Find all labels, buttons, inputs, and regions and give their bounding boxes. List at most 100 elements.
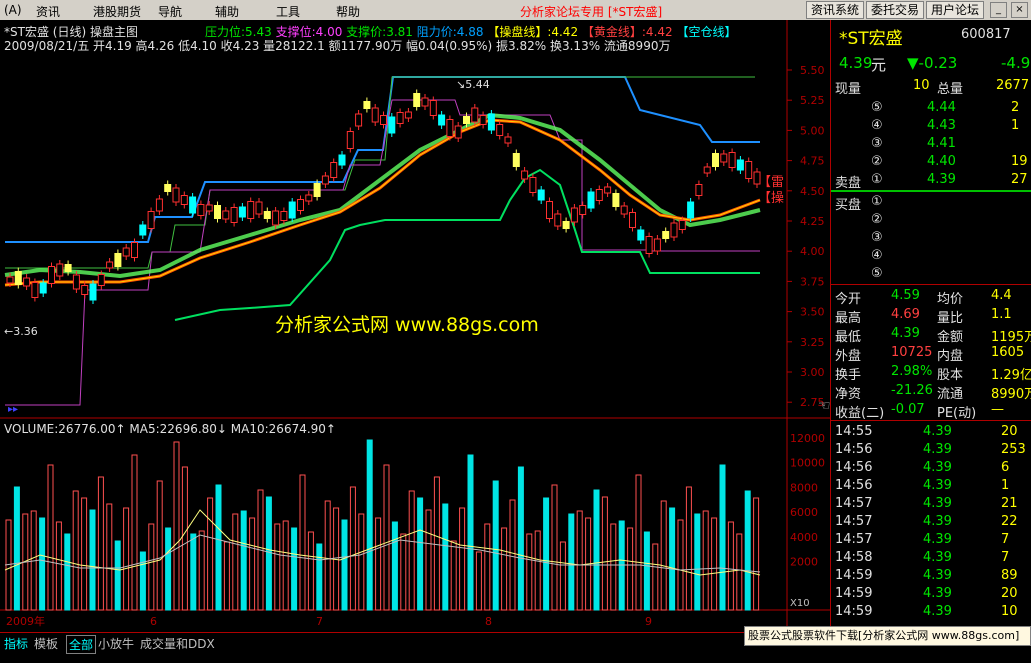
candle-body [404, 111, 412, 119]
quote-row: 14:59 4.39 20 [831, 586, 1031, 604]
candle-body [147, 211, 155, 229]
stat-value: 8990万 [991, 387, 1031, 402]
candle-body [612, 193, 620, 207]
x-axis-label: 7 [316, 615, 323, 628]
high-price-label: ↘5.44 [456, 78, 490, 91]
volume-bar [669, 507, 676, 611]
volume-bar [64, 533, 71, 611]
menu-item-hk-futures[interactable]: 港股期货 [93, 3, 141, 20]
candle-body [745, 161, 753, 179]
candle-body [662, 231, 670, 239]
menu-item-tools[interactable]: 工具 [276, 3, 300, 20]
menu-item-assist[interactable]: 辅助 [215, 3, 239, 20]
order-level: ② [871, 212, 883, 227]
trade-button[interactable]: 委托交易 [866, 1, 925, 19]
candle-body [214, 205, 221, 219]
tick-time: 14:57 [835, 496, 873, 511]
candle-body [14, 271, 22, 285]
candle-body [89, 283, 97, 301]
candle-body [197, 204, 205, 216]
volume-bar [643, 531, 650, 611]
quote-row: ④ [831, 248, 1031, 266]
quote-row: 14:57 4.39 21 [831, 496, 1031, 514]
volume-tick-label: 8000 [790, 481, 818, 494]
tick-time: 14:55 [835, 424, 873, 439]
order-level: ⑤ [871, 100, 883, 115]
tick-volume: 20 [1001, 424, 1018, 439]
close-icon[interactable]: × [1011, 2, 1028, 18]
volume-tick-label: 6000 [790, 506, 818, 519]
volume-row: 现量 10 总量 2677 [835, 78, 1030, 97]
candle-body [736, 159, 744, 171]
order-price: 4.41 [927, 136, 956, 151]
ad-banner[interactable]: 股票公式股票软件下载[分析家公式网 www.88gs.com] [744, 626, 1031, 646]
candle-body [272, 210, 280, 226]
volume-unit: X10 [790, 598, 810, 609]
order-price: 4.44 [927, 100, 956, 115]
tick-price: 4.39 [923, 496, 952, 511]
tick-price: 4.39 [923, 586, 952, 601]
kline-chart-area[interactable]: 5.50 5.25 5.00 4.75 4.50 4.25 4.00 3.75 3.50 3.25… [0, 20, 831, 632]
tab-xiaofangniu[interactable]: 小放牛 [98, 635, 134, 652]
order-volume: 1 [1011, 118, 1020, 133]
candle-body [6, 276, 14, 284]
volume-bar [744, 490, 751, 611]
tick-volume: 1 [1001, 478, 1010, 493]
menu-item-navigate[interactable]: 导航 [158, 3, 182, 20]
stat-value: — [991, 402, 1004, 417]
candle-body [620, 205, 628, 215]
order-level: ④ [871, 248, 883, 263]
menu-item-a[interactable]: (A) [4, 3, 22, 17]
quote-row: 收益(二) -0.07 PE(动) — [831, 402, 1031, 421]
quote-row: ② [831, 212, 1031, 230]
candle-body [313, 183, 321, 197]
candle-body [529, 177, 537, 193]
candle-body [139, 224, 147, 236]
quote-row: 换手 2.98% 股本 1.29亿 [831, 364, 1031, 383]
tick-time: 14:56 [835, 442, 873, 457]
stock-title: *ST宏盛 600817 [831, 24, 1031, 49]
candle-body [487, 113, 495, 131]
volume-tick-label: 12000 [790, 432, 825, 445]
volume-bar [391, 521, 398, 611]
candle-body [446, 119, 454, 137]
quote-row: 今开 4.59 均价 4.4 [831, 288, 1031, 307]
candle-body [463, 116, 470, 124]
candle-body [172, 187, 180, 203]
stat-label: 均价 [937, 292, 964, 307]
tick-volume: 7 [1001, 550, 1010, 565]
price-change: ▼-0.23 [907, 54, 958, 72]
volume-bar [568, 513, 575, 611]
volume-bar [341, 519, 348, 611]
stat-label: 外盘 [835, 349, 862, 364]
x-axis-label: 2009年 [6, 614, 45, 628]
order-volume: 2 [1011, 100, 1020, 115]
stat-label: 金额 [937, 330, 964, 345]
candle-body [31, 282, 39, 298]
menu-item-help[interactable]: 帮助 [336, 3, 360, 20]
tick-volume: 21 [1001, 496, 1018, 511]
x-axis-label: 6 [150, 615, 157, 628]
volume-bar [517, 466, 524, 611]
sell-label: 卖盘 [835, 176, 862, 191]
candle-body [670, 222, 678, 238]
tab-template[interactable]: 模板 [34, 635, 58, 652]
candle-body [537, 189, 545, 201]
tab-volume-ddx[interactable]: 成交量和DDX [140, 635, 215, 652]
candle-body [39, 282, 47, 294]
volume-bar [215, 484, 222, 611]
candle-body [180, 195, 188, 205]
tab-indicator[interactable]: 指标 [4, 635, 28, 652]
news-system-button[interactable]: 资讯系统 [806, 1, 865, 19]
menu-item-news[interactable]: 资讯 [36, 3, 60, 20]
volume-bar [694, 513, 701, 611]
candle-body [703, 166, 711, 174]
x-axis-label: 8 [485, 615, 492, 628]
order-level: ④ [871, 118, 883, 133]
stat-value: -0.07 [891, 402, 925, 417]
candle-body [346, 131, 354, 149]
minimize-icon[interactable]: _ [990, 2, 1007, 18]
forum-button[interactable]: 用户论坛 [926, 1, 985, 19]
tab-all[interactable]: 全部 [66, 635, 97, 654]
price-tick-label: 4.50 [800, 185, 825, 198]
